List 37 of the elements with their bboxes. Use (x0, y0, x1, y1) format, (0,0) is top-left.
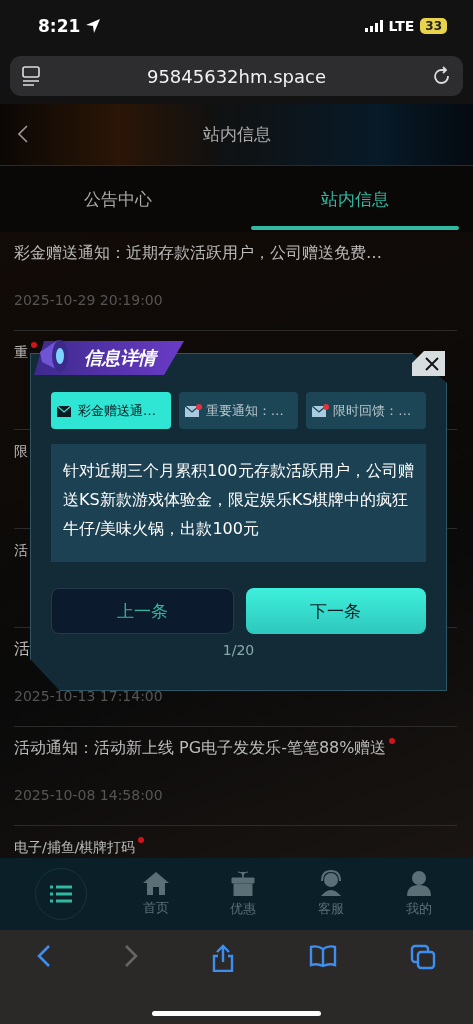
home-icon (142, 871, 169, 895)
clock-time: 8:21 (38, 16, 81, 36)
reload-icon[interactable] (433, 66, 451, 86)
message-date: 2025-10-13 17:14:00 (14, 688, 163, 704)
message-tab[interactable]: 限时回馈：… (306, 392, 426, 429)
message-tab[interactable]: 彩金赠送通… (51, 392, 171, 429)
share-button[interactable] (211, 944, 236, 975)
url-text: 95845632hm.space (146, 65, 327, 87)
previous-button[interactable]: 上一条 (51, 588, 234, 634)
message-title[interactable]: 重 (14, 344, 28, 360)
battery-level: 33 (420, 18, 447, 34)
network-label: LTE (388, 18, 415, 34)
location-icon (86, 19, 101, 33)
gift-icon (230, 870, 257, 896)
next-button[interactable]: 下一条 (245, 588, 426, 634)
message-title[interactable]: 活动通知：活动新上线 PG电子发发乐-笔笔88%赠送 (14, 738, 387, 757)
message-body: 针对近期三个月累积100元存款活跃用户，公司赠送KS新款游戏体验金，限定娱乐KS棋牌中的疯狂牛仔/美味火锅，出款100元 (51, 444, 426, 562)
back-icon[interactable] (18, 125, 28, 143)
message-date: 2025-10-08 14:58:00 (14, 787, 163, 803)
page-counter: 1/20 (222, 642, 255, 658)
message-title[interactable]: 限 (14, 443, 28, 459)
signal-icon (364, 20, 383, 32)
address-bar[interactable]: 95845632hm.space (10, 56, 463, 96)
menu-icon (49, 885, 72, 903)
close-button[interactable] (412, 351, 445, 376)
user-icon (407, 870, 432, 896)
message-title[interactable]: 彩金赠送通知：近期存款活跃用户，公司赠送免费… (14, 243, 382, 262)
page-menu-icon[interactable] (22, 66, 40, 86)
message-title[interactable]: 电子/捕鱼/棋牌打码 (14, 839, 136, 855)
message-tab[interactable]: 重要通知：… (178, 392, 299, 429)
message-title[interactable]: 活 (14, 639, 30, 658)
tab[interactable]: 公告中心 (0, 166, 237, 232)
close-icon (423, 355, 440, 372)
page-title: 站内信息 (202, 123, 271, 146)
message-date: 2025-10-29 20:19:00 (14, 292, 163, 308)
message-title[interactable]: 活 (14, 542, 28, 558)
tab[interactable]: 站内信息 (236, 166, 473, 232)
